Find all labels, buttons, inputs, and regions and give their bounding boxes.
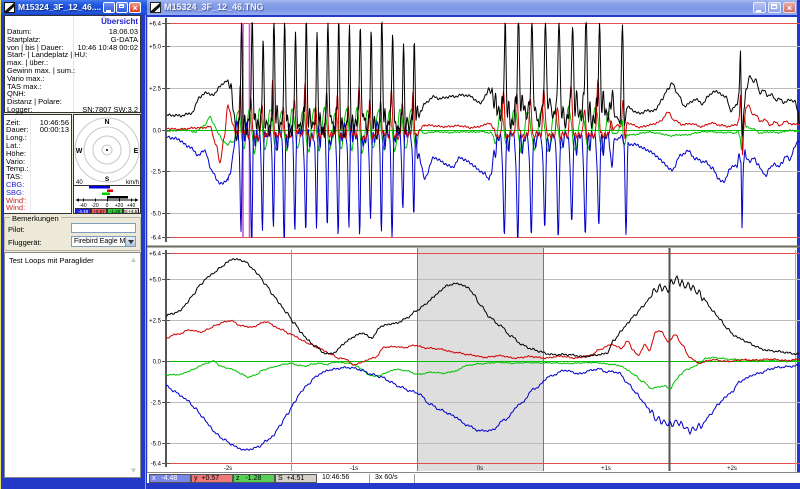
- svg-text:0,0: 0,0: [153, 129, 162, 135]
- svg-text:+2.5: +2.5: [149, 87, 162, 93]
- svg-text:-2.5: -2.5: [151, 170, 162, 176]
- svg-text:+2s: +2s: [727, 466, 737, 472]
- svg-text:E: E: [134, 148, 139, 155]
- svg-text:+2.5: +2.5: [149, 319, 162, 325]
- svg-text:+6.4: +6.4: [149, 252, 162, 258]
- svg-text:+6.4: +6.4: [149, 22, 162, 28]
- svg-text:-5.0: -5.0: [151, 212, 162, 218]
- svg-text:-6.4: -6.4: [151, 236, 162, 242]
- svg-text:0,0: 0,0: [153, 360, 162, 366]
- svg-text:+5.0: +5.0: [149, 278, 162, 284]
- svg-text:-5.0: -5.0: [151, 442, 162, 448]
- svg-text:+5.0: +5.0: [149, 45, 162, 51]
- svg-text:-2.5: -2.5: [151, 401, 162, 407]
- svg-text:+1s: +1s: [601, 466, 611, 472]
- svg-text:-1s: -1s: [350, 466, 358, 472]
- svg-text:-6.4: -6.4: [151, 462, 162, 468]
- svg-text:N: N: [104, 119, 109, 126]
- svg-text:0s: 0s: [477, 466, 483, 472]
- svg-text:W: W: [76, 148, 83, 155]
- svg-text:S: S: [105, 176, 110, 183]
- svg-text:-2s: -2s: [224, 466, 232, 472]
